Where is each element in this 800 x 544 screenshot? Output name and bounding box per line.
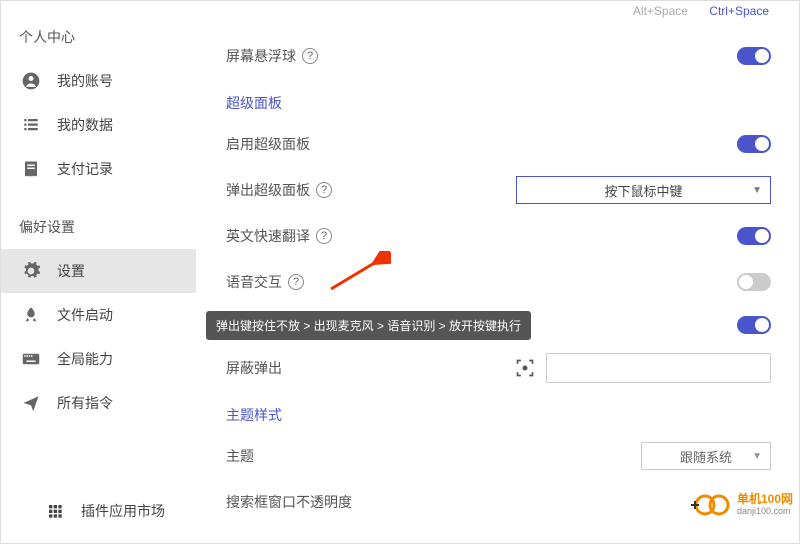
- nav-label: 支付记录: [57, 159, 113, 179]
- send-icon: [19, 391, 43, 415]
- nav-label: 文件启动: [57, 305, 113, 325]
- row-shield: 屏蔽弹出: [226, 345, 771, 391]
- scan-icon[interactable]: [514, 357, 536, 379]
- voice-tooltip: 弹出键按住不放 > 出现麦克风 > 语音识别 > 放开按键执行: [206, 311, 531, 340]
- rocket-icon: [19, 303, 43, 327]
- gear-icon: [19, 259, 43, 283]
- nav-label: 所有指令: [57, 393, 113, 413]
- toggle-voice[interactable]: [737, 273, 771, 291]
- help-icon[interactable]: ?: [316, 182, 332, 198]
- sidebar: 个人中心 我的账号 我的数据 支付记录 偏好设置 设置 文件启动 全局能力 所: [1, 1, 196, 543]
- shortcut-active[interactable]: Ctrl+Space: [709, 4, 769, 18]
- select-theme[interactable]: 跟随系统 ▼: [641, 442, 771, 470]
- account-icon: [19, 69, 43, 93]
- nav-file-launch[interactable]: 文件启动: [1, 293, 196, 337]
- label-voice: 语音交互: [226, 272, 282, 292]
- toggle-hidden[interactable]: [737, 316, 771, 334]
- nav-settings[interactable]: 设置: [1, 249, 196, 293]
- toggle-en-translate[interactable]: [737, 227, 771, 245]
- toggle-floatball[interactable]: [737, 47, 771, 65]
- row-enable-panel: 启用超级面板: [226, 121, 771, 167]
- group-theme: 主题样式: [226, 391, 771, 433]
- row-popup-panel: 弹出超级面板? 按下鼠标中键 ▼: [226, 167, 771, 213]
- select-popup-trigger[interactable]: 按下鼠标中键 ▼: [516, 176, 771, 204]
- nav-label: 全局能力: [57, 349, 113, 369]
- label-popup-panel: 弹出超级面板: [226, 180, 310, 200]
- nav-plugins[interactable]: 插件应用市场: [1, 489, 196, 533]
- watermark: 单机100网 danji100.com: [691, 493, 793, 517]
- nav-my-account[interactable]: 我的账号: [1, 59, 196, 103]
- row-floatball: 屏幕悬浮球?: [226, 33, 771, 79]
- row-theme: 主题 跟随系统 ▼: [226, 433, 771, 479]
- watermark-cn: 单机100网: [737, 493, 793, 506]
- chevron-down-icon: ▼: [752, 451, 762, 462]
- nav-label: 我的数据: [57, 115, 113, 135]
- nav-my-data[interactable]: 我的数据: [1, 103, 196, 147]
- label-enable-panel: 启用超级面板: [226, 134, 310, 154]
- row-opacity: 搜索框窗口不透明度: [226, 479, 771, 525]
- help-icon[interactable]: ?: [302, 48, 318, 64]
- select-value: 跟随系统: [680, 447, 732, 466]
- input-shield[interactable]: [546, 353, 771, 383]
- nav-label: 我的账号: [57, 71, 113, 91]
- section-preferences: 偏好设置: [1, 211, 196, 249]
- help-icon[interactable]: ?: [288, 274, 304, 290]
- nav-label: 插件应用市场: [81, 501, 165, 521]
- row-voice: 语音交互?: [226, 259, 771, 305]
- nav-label: 设置: [57, 261, 85, 281]
- receipt-icon: [19, 157, 43, 181]
- watermark-url: danji100.com: [737, 507, 793, 517]
- label-theme: 主题: [226, 446, 254, 466]
- label-floatball: 屏幕悬浮球: [226, 46, 296, 66]
- keyboard-icon: [19, 347, 43, 371]
- row-en-translate: 英文快速翻译?: [226, 213, 771, 259]
- apps-icon: [43, 499, 67, 523]
- label-opacity: 搜索框窗口不透明度: [226, 492, 352, 512]
- select-value: 按下鼠标中键: [604, 181, 682, 200]
- nav-global[interactable]: 全局能力: [1, 337, 196, 381]
- main-panel: Alt+Space Ctrl+Space 屏幕悬浮球? 超级面板 启用超级面板 …: [196, 1, 799, 543]
- shortcuts: Alt+Space Ctrl+Space: [633, 4, 769, 18]
- label-shield: 屏蔽弹出: [226, 358, 282, 378]
- group-super-panel: 超级面板: [226, 79, 771, 121]
- nav-commands[interactable]: 所有指令: [1, 381, 196, 425]
- watermark-logo-icon: [691, 493, 733, 517]
- toggle-enable-panel[interactable]: [737, 135, 771, 153]
- list-icon: [19, 113, 43, 137]
- help-icon[interactable]: ?: [316, 228, 332, 244]
- chevron-down-icon: ▼: [752, 185, 762, 196]
- shortcut-inactive: Alt+Space: [633, 4, 688, 18]
- label-en-translate: 英文快速翻译: [226, 226, 310, 246]
- section-personal: 个人中心: [1, 21, 196, 59]
- nav-payment[interactable]: 支付记录: [1, 147, 196, 191]
